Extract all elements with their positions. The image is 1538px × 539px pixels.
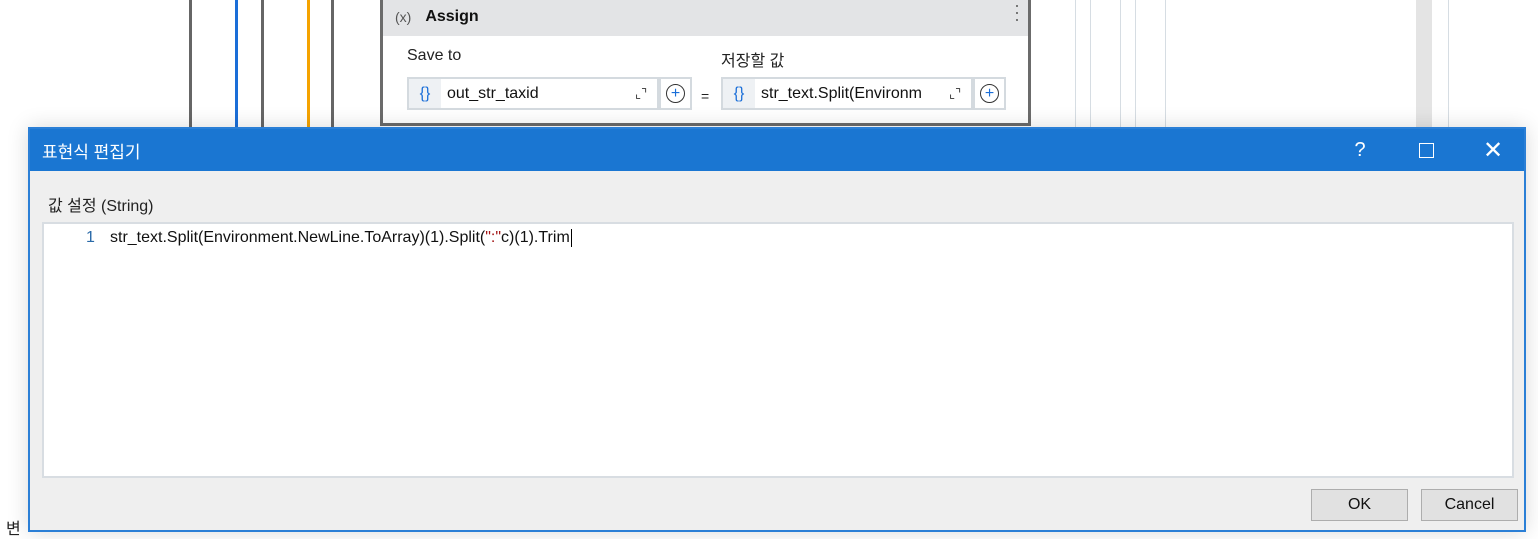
scrollbar-track[interactable] [1416,0,1432,130]
dialog-titlebar: 표현식 편집기 [30,129,1524,171]
plus-circle-icon: + [666,84,685,103]
activity-header: (x) Assign · · · [383,0,1028,36]
save-to-field[interactable]: {} out_str_taxid ⌞⌝ [407,77,659,110]
save-to-label: Save to [407,47,462,64]
connector-line [235,0,238,130]
code-text: str_text.Split(Environment.NewLine.ToArr… [110,229,486,246]
code-line[interactable]: str_text.Split(Environment.NewLine.ToArr… [110,229,572,247]
guide-line [1135,0,1136,130]
line-number: 1 [86,229,95,246]
maximize-icon [1418,142,1434,158]
braces-icon: {} [409,79,441,108]
braces-icon: {} [723,79,755,108]
close-icon: ✕ [1482,136,1504,164]
connector-line [331,0,334,130]
add-button[interactable]: + [973,77,1006,110]
guide-line [1075,0,1076,130]
equals-sign: = [701,88,710,104]
guide-line [1448,0,1449,130]
background-label-fragment: 변 [6,521,21,538]
guide-line [1090,0,1091,130]
connector-line [189,0,192,130]
connector-line [261,0,264,130]
expression-editor[interactable]: 1 str_text.Split(Environment.NewLine.ToA… [42,222,1514,478]
save-to-value[interactable]: out_str_taxid [447,85,635,103]
expression-editor-dialog: 표현식 편집기 ? ✕ 값 설정 (String) 1 str_text.Spl… [28,127,1526,532]
connector-line [307,0,310,130]
dialog-subtitle: 값 설정 (String) [48,198,154,215]
help-button[interactable]: ? [1327,129,1393,171]
dialog-title: 표현식 편집기 [42,142,141,162]
assign-activity[interactable]: (x) Assign · · · Save to 저장할 값 {} out_str_… [380,0,1031,126]
value-value[interactable]: str_text.Split(Environm [761,85,949,103]
value-field[interactable]: {} str_text.Split(Environm ⌞⌝ [721,77,973,110]
guide-line [1165,0,1166,130]
close-button[interactable]: ✕ [1460,129,1526,171]
activity-title: Assign [425,8,479,25]
code-text: c)(1).Trim [501,229,570,246]
more-options-icon[interactable]: · · · [1014,0,1020,28]
variable-icon: (x) [395,9,412,25]
ok-button[interactable]: OK [1311,489,1408,521]
cancel-button[interactable]: Cancel [1421,489,1518,521]
value-label: 저장할 값 [721,53,785,70]
code-string-literal: ":" [485,229,502,246]
guide-line [1120,0,1121,130]
expand-icon[interactable]: ⌞⌝ [635,86,657,102]
plus-circle-icon: + [980,84,999,103]
add-button[interactable]: + [659,77,692,110]
maximize-button[interactable] [1393,129,1459,171]
expand-icon[interactable]: ⌞⌝ [949,86,971,102]
